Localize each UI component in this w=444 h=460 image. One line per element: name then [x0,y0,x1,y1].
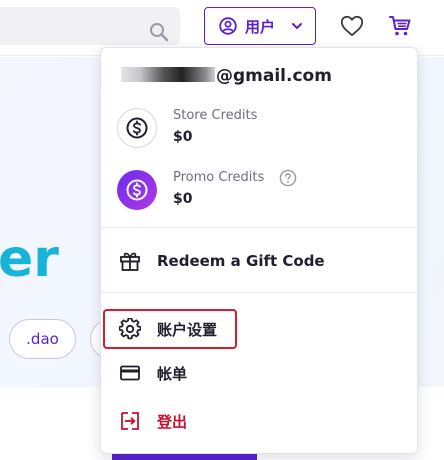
gift-icon [119,250,141,272]
email-redaction [121,67,215,82]
account-settings-label: 账户设置 [157,320,218,339]
chevron-down-icon [291,20,303,32]
billing-label: 帐单 [157,364,188,383]
promo-credits-value: $0 [173,191,193,207]
credit-card-icon [119,362,141,384]
email-domain: @gmail.com [216,66,332,86]
menu-divider [101,227,417,228]
promo-credits-row: Promo Credits $0 [117,168,397,212]
shopping-cart-icon[interactable] [388,14,412,38]
dollar-coin-icon [117,170,157,210]
help-circle-icon[interactable] [279,169,297,187]
search-icon[interactable] [149,22,169,42]
heart-icon[interactable] [340,15,364,37]
redeem-gift-code-item[interactable]: Redeem a Gift Code [105,241,413,281]
logout-icon [119,410,141,432]
user-circle-icon [219,17,237,35]
dollar-coin-icon [117,108,157,148]
store-credits-value: $0 [173,129,193,145]
user-dropdown-menu: @gmail.com Store Credits $0 Promo Credit… [100,47,418,454]
gear-icon [119,318,141,340]
store-credits-label: Store Credits [173,108,258,123]
hero-heading: er [0,229,59,289]
domain-chip-dao[interactable]: .dao [9,319,76,359]
logout-label: 登出 [157,412,188,431]
store-credits-row: Store Credits $0 [117,106,397,150]
user-menu-button[interactable]: 用户 [204,7,316,45]
search-input[interactable] [0,7,140,45]
logout-item[interactable]: 登出 [105,401,413,441]
account-email: @gmail.com [121,66,332,86]
redeem-gift-code-label: Redeem a Gift Code [157,252,325,270]
promo-credits-label: Promo Credits [173,170,265,185]
search-box[interactable] [0,7,180,45]
billing-item[interactable]: 帐单 [105,353,413,393]
menu-divider [101,292,417,293]
account-settings-item[interactable]: 账户设置 [103,309,237,349]
user-menu-label: 用户 [245,17,276,36]
